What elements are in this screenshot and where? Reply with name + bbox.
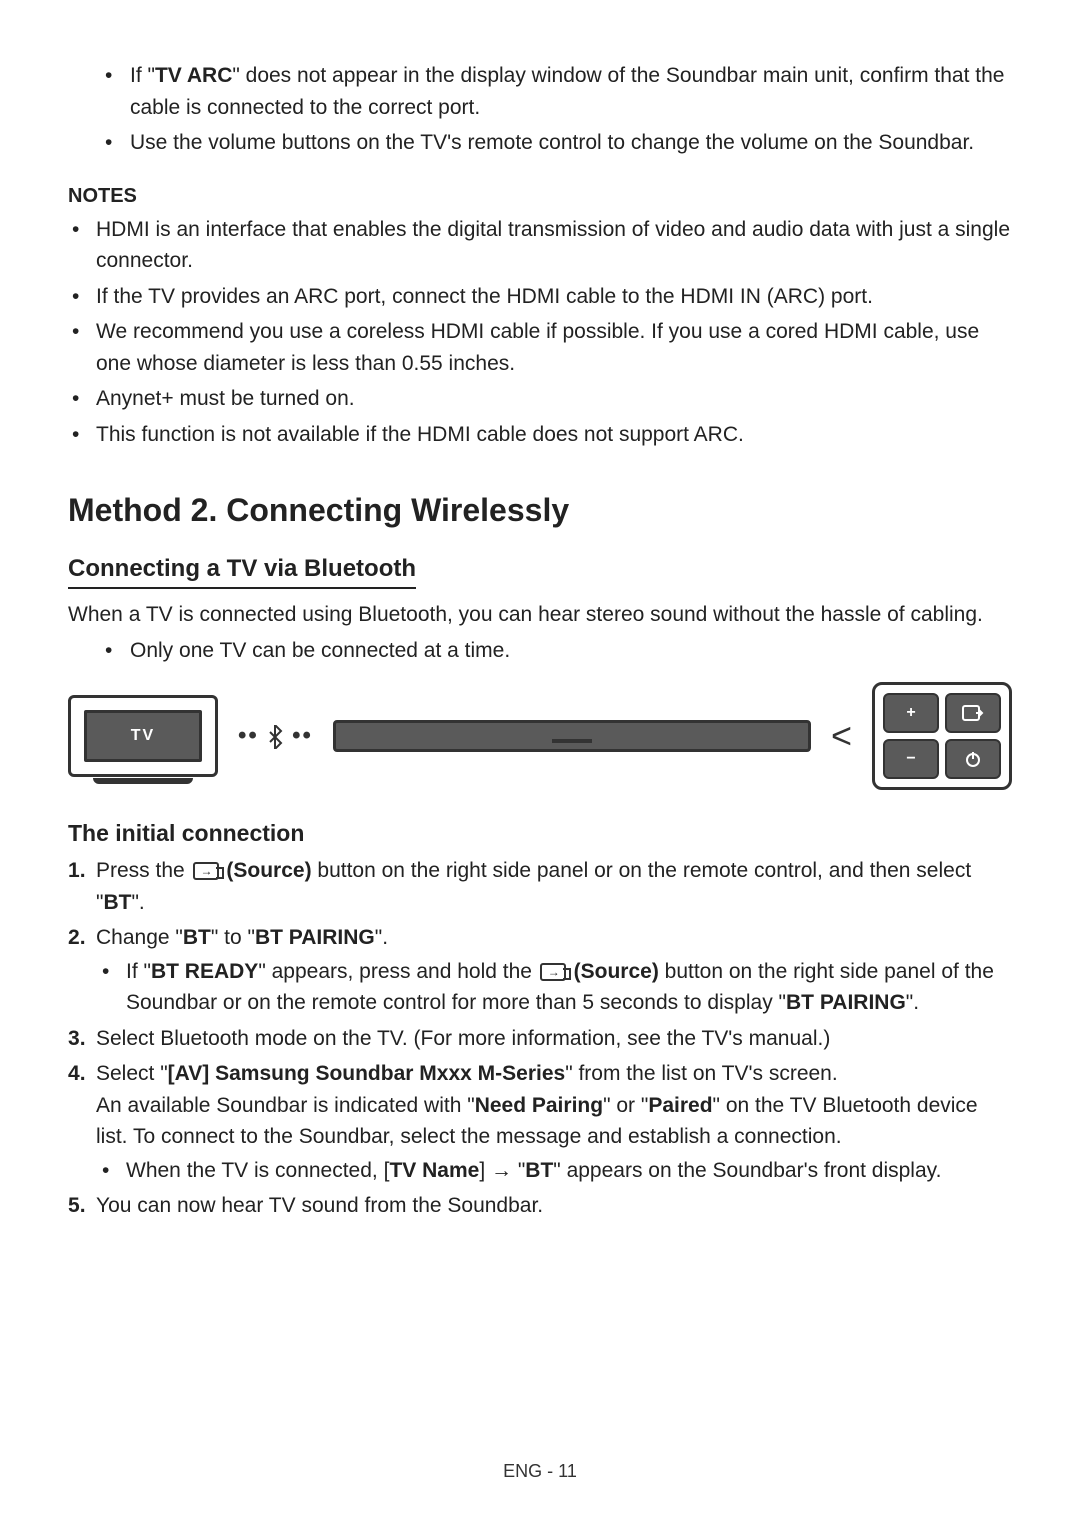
text: " appears, press and hold the [258, 960, 537, 983]
volume-down-button-icon: − [883, 739, 939, 779]
bold-text: TV ARC [155, 64, 232, 87]
note-item: Anynet+ must be turned on. [96, 383, 1012, 415]
tv-label: TV [84, 710, 202, 762]
method-heading: Method 2. Connecting Wirelessly [68, 492, 1012, 529]
text: ] → " [479, 1159, 525, 1182]
bluetooth-bullets: Only one TV can be connected at a time. [68, 635, 1012, 667]
side-panel-illustration: + − [872, 682, 1012, 790]
text: If " [130, 64, 155, 87]
text: ". [906, 991, 919, 1014]
bullet-volume: Use the volume buttons on the TV's remot… [130, 127, 1012, 159]
step-5: You can now hear TV sound from the Sound… [96, 1190, 1012, 1222]
notes-list: HDMI is an interface that enables the di… [68, 214, 1012, 451]
bold-text: BT [183, 926, 211, 949]
steps-list: Press the (Source) button on the right s… [68, 855, 1012, 1222]
note-item: This function is not available if the HD… [96, 419, 1012, 451]
initial-connection-heading: The initial connection [68, 820, 1012, 847]
text: ". [131, 891, 144, 914]
volume-up-button-icon: + [883, 693, 939, 733]
note-item: We recommend you use a coreless HDMI cab… [96, 316, 1012, 379]
step-1: Press the (Source) button on the right s… [96, 855, 1012, 918]
connector-bracket: < [831, 715, 852, 757]
bold-text: BT PAIRING [255, 926, 375, 949]
bluetooth-heading: Connecting a TV via Bluetooth [68, 555, 416, 589]
bold-text: [AV] Samsung Soundbar Mxxx M-Series [168, 1062, 566, 1085]
text: " to " [211, 926, 255, 949]
bold-text: Paired [648, 1094, 712, 1117]
note-item: HDMI is an interface that enables the di… [96, 214, 1012, 277]
text: Press the [96, 859, 191, 882]
step-4: Select "[AV] Samsung Soundbar Mxxx M-Ser… [96, 1058, 1012, 1186]
bold-text: Need Pairing [475, 1094, 603, 1117]
step-2: Change "BT" to "BT PAIRING". If "BT READ… [96, 922, 1012, 1019]
bold-text: BT READY [151, 960, 258, 983]
source-icon [193, 862, 219, 880]
text: ". [375, 926, 388, 949]
bold-text: BT [525, 1159, 553, 1182]
bold-text: TV Name [389, 1159, 479, 1182]
soundbar-illustration [333, 720, 811, 752]
note-item: If the TV provides an ARC port, connect … [96, 281, 1012, 313]
bullet-tv-arc: If "TV ARC" does not appear in the displ… [130, 60, 1012, 123]
notes-heading: NOTES [68, 185, 1012, 208]
bluetooth-intro: When a TV is connected using Bluetooth, … [68, 599, 1012, 631]
text: " appears on the Soundbar's front displa… [553, 1159, 941, 1182]
text: " does not appear in the display window … [130, 64, 1004, 119]
text: " from the list on TV's screen. [565, 1062, 838, 1085]
source-button-icon [945, 693, 1001, 733]
text: An available Soundbar is indicated with … [96, 1094, 475, 1117]
bold-text: (Source) [568, 960, 659, 983]
text: Change " [96, 926, 183, 949]
page-footer: ENG - 11 [0, 1461, 1080, 1482]
step-4-sublist: When the TV is connected, [TV Name] → "B… [96, 1155, 1012, 1187]
text: Select " [96, 1062, 168, 1085]
step-2-sublist: If "BT READY" appears, press and hold th… [96, 956, 1012, 1019]
step-2-sub: If "BT READY" appears, press and hold th… [126, 956, 1012, 1019]
tv-stand [93, 778, 193, 784]
connection-diagram: TV •• •• < + − [68, 682, 1012, 790]
bluetooth-icon: •• •• [238, 722, 313, 750]
bullet-one-tv: Only one TV can be connected at a time. [130, 635, 1012, 667]
step-3: Select Bluetooth mode on the TV. (For mo… [96, 1023, 1012, 1055]
top-bullets: If "TV ARC" does not appear in the displ… [68, 60, 1012, 159]
bold-text: BT [103, 891, 131, 914]
step-4-sub: When the TV is connected, [TV Name] → "B… [126, 1155, 1012, 1187]
power-button-icon [945, 739, 1001, 779]
bold-text: (Source) [221, 859, 312, 882]
tv-illustration: TV [68, 695, 218, 777]
text: " or " [603, 1094, 648, 1117]
source-icon [540, 963, 566, 981]
text: When the TV is connected, [ [126, 1159, 389, 1182]
text: If " [126, 960, 151, 983]
bold-text: BT PAIRING [786, 991, 906, 1014]
